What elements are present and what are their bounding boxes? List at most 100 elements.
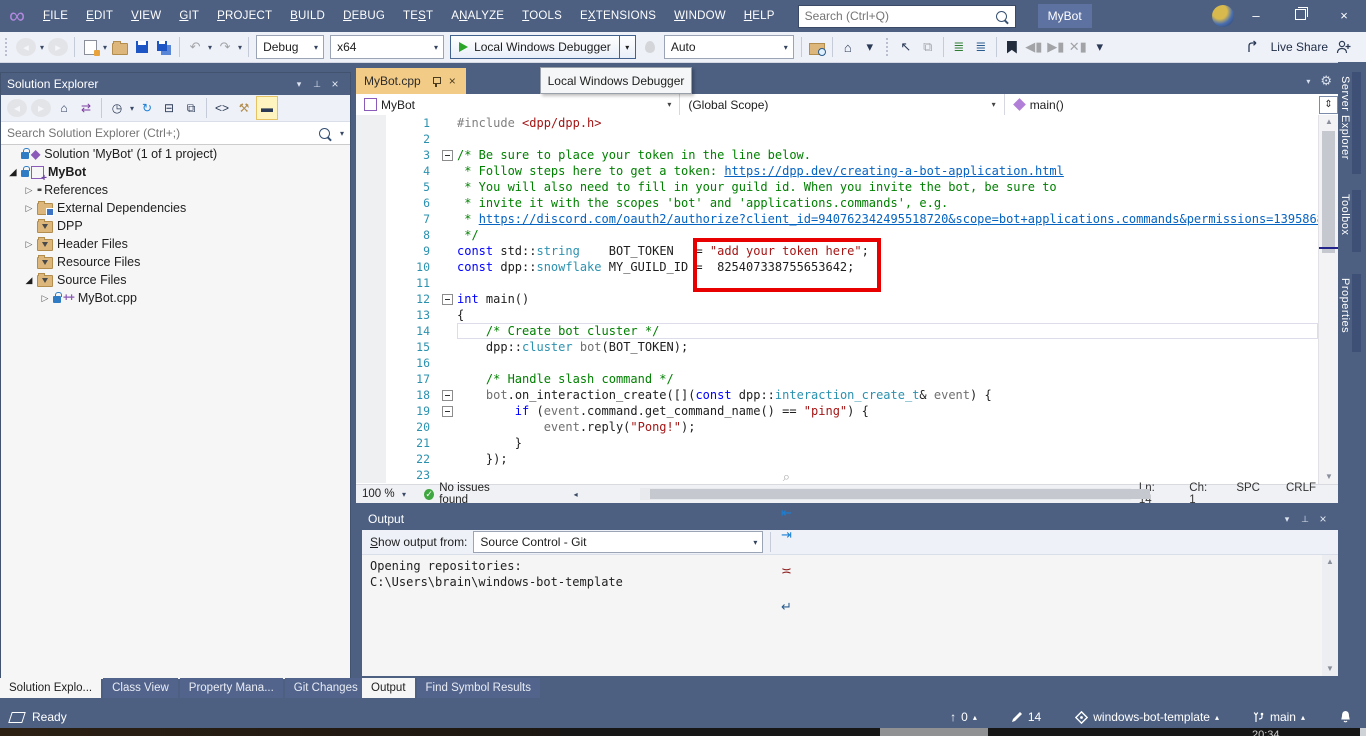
find-in-files-icon[interactable]: [807, 36, 827, 58]
pin-icon[interactable]: ⊥: [1296, 514, 1314, 525]
breakpoint-margin[interactable]: [356, 355, 386, 371]
tree-item-source-files[interactable]: ◢Source Files: [1, 271, 350, 289]
unsaved-changes-button[interactable]: 14: [1011, 710, 1041, 724]
refresh-icon[interactable]: ↻: [137, 97, 157, 119]
window-position-icon[interactable]: ▾: [290, 79, 308, 90]
breakpoint-margin[interactable]: [356, 115, 386, 131]
breakpoint-margin[interactable]: [356, 307, 386, 323]
code-line-16[interactable]: 16: [356, 355, 1318, 371]
view-code-icon[interactable]: <>: [212, 97, 232, 119]
output-log[interactable]: Opening repositories:C:\Users\brain\wind…: [362, 555, 1322, 676]
menu-file[interactable]: FILE: [34, 10, 77, 22]
scroll-up-icon[interactable]: ▲: [1319, 115, 1339, 129]
collapse-box-icon[interactable]: [442, 390, 453, 401]
back-icon[interactable]: ◂: [7, 99, 27, 117]
output-scrollbar[interactable]: ▲ ▼: [1322, 555, 1338, 676]
column-indicator[interactable]: Ch: 1: [1189, 482, 1210, 506]
breakpoint-margin[interactable]: [356, 131, 386, 147]
breakpoint-margin[interactable]: [356, 467, 386, 483]
breakpoint-margin[interactable]: [356, 435, 386, 451]
platform-dropdown[interactable]: x64▾: [330, 35, 444, 59]
expander-icon[interactable]: ◢: [5, 167, 21, 178]
horizontal-thumb[interactable]: [650, 489, 1150, 499]
branch-button[interactable]: main▴: [1253, 710, 1305, 724]
output-source-dropdown[interactable]: Source Control - Git▾: [473, 531, 763, 553]
notifications-button[interactable]: [1339, 710, 1352, 724]
tree-item-dpp[interactable]: DPP: [1, 217, 350, 235]
nav-back-icon-caret[interactable]: ▾: [38, 43, 46, 52]
solution-explorer-search-input[interactable]: [1, 126, 319, 140]
new-file-icon[interactable]: [80, 36, 100, 58]
menu-help[interactable]: HELP: [735, 10, 784, 22]
code-line-7[interactable]: 7 * https://discord.com/oauth2/authorize…: [356, 211, 1318, 227]
push-count-button[interactable]: ↑ 0▴: [950, 710, 977, 724]
quick-search-box[interactable]: [798, 5, 1016, 28]
redo-icon[interactable]: ↷: [215, 36, 235, 58]
close-icon[interactable]: ×: [326, 77, 344, 91]
pin-icon[interactable]: ⊥: [308, 79, 326, 90]
copy-parent-icon[interactable]: ⧉: [918, 36, 938, 58]
nav-back-icon[interactable]: ◂: [16, 38, 36, 56]
zoom-dropdown[interactable]: 100 %▾: [358, 486, 408, 502]
next-bookmark-icon[interactable]: ▶▮: [1046, 36, 1066, 58]
breakpoint-margin[interactable]: [356, 211, 386, 227]
tree-item-resource-files[interactable]: Resource Files: [1, 253, 350, 271]
live-share-button[interactable]: Live Share: [1271, 40, 1328, 54]
code-line-4[interactable]: 4 * Follow steps here to get a token: ht…: [356, 163, 1318, 179]
scope-dropdown[interactable]: (Global Scope)▾: [680, 94, 1004, 115]
breakpoint-margin[interactable]: [356, 227, 386, 243]
show-all-files-icon[interactable]: ▬: [256, 96, 278, 120]
pending-changes-filter-icon[interactable]: ◷: [107, 97, 127, 119]
side-tab-properties[interactable]: Properties: [1338, 274, 1366, 352]
line-ending-indicator[interactable]: CRLF: [1286, 482, 1316, 506]
menu-view[interactable]: VIEW: [122, 10, 170, 22]
menu-window[interactable]: WINDOW: [665, 10, 735, 22]
tree-item-mybot-cpp[interactable]: ▷++MyBot.cpp: [1, 289, 350, 307]
breakpoint-margin[interactable]: [356, 419, 386, 435]
tree-item-external-dependencies[interactable]: ▷External Dependencies: [1, 199, 350, 217]
code-line-1[interactable]: 1#include <dpp/dpp.h>: [356, 115, 1318, 131]
select-pointer-icon[interactable]: ↖: [896, 36, 916, 58]
navigate-home-icon[interactable]: ⌂: [838, 36, 858, 58]
tool-tab-class-view[interactable]: Class View: [103, 678, 178, 698]
home-icon[interactable]: ⌂: [54, 97, 74, 119]
close-tab-icon[interactable]: ×: [447, 74, 458, 88]
breakpoint-margin[interactable]: [356, 179, 386, 195]
overflow-icon[interactable]: ▾: [860, 36, 880, 58]
save-all-icon[interactable]: [154, 36, 174, 58]
new-file-icon-caret[interactable]: ▾: [101, 43, 109, 52]
code-link[interactable]: https://discord.com/oauth2/authorize?cli…: [479, 212, 1318, 226]
expander-icon[interactable]: ▷: [21, 203, 37, 214]
tool-tab-output[interactable]: Output: [362, 678, 415, 698]
expander-icon[interactable]: ◢: [21, 275, 37, 286]
find-message-icon[interactable]: ⌕: [776, 466, 796, 488]
tree-item-header-files[interactable]: ▷Header Files: [1, 235, 350, 253]
menu-edit[interactable]: EDIT: [77, 10, 122, 22]
collapse-box-icon[interactable]: [442, 294, 453, 305]
clear-bookmarks-icon[interactable]: ✕▮: [1068, 36, 1088, 58]
search-options-caret[interactable]: ▾: [338, 129, 350, 138]
menu-tools[interactable]: TOOLS: [513, 10, 571, 22]
breakpoint-margin[interactable]: [356, 259, 386, 275]
code-line-22[interactable]: 22 });: [356, 451, 1318, 467]
increase-indent-icon[interactable]: ≣: [971, 36, 991, 58]
tree-item-references[interactable]: ▷▪▪References: [1, 181, 350, 199]
breakpoint-margin[interactable]: [356, 323, 386, 339]
user-avatar[interactable]: [1212, 5, 1234, 27]
restore-button[interactable]: [1278, 0, 1322, 32]
close-icon[interactable]: ×: [1314, 512, 1332, 526]
editor-vertical-scrollbar[interactable]: ▲ ▼: [1318, 115, 1339, 484]
fold-margin[interactable]: [440, 387, 457, 403]
tool-tab-solution-explo-[interactable]: Solution Explo...: [0, 678, 101, 698]
code-line-2[interactable]: 2: [356, 131, 1318, 147]
properties-icon[interactable]: ⚒: [234, 97, 254, 119]
solution-name-button[interactable]: MyBot: [1038, 4, 1092, 28]
code-line-14[interactable]: 14 /* Create bot cluster */: [356, 323, 1318, 339]
tree-item-mybot[interactable]: ◢MyBot: [1, 163, 350, 181]
repository-button[interactable]: windows-bot-template▴: [1075, 710, 1219, 724]
member-dropdown[interactable]: main()▾: [1005, 94, 1338, 115]
next-message-icon[interactable]: ⇥: [776, 524, 796, 546]
fold-margin[interactable]: [440, 403, 457, 419]
menu-test[interactable]: TEST: [394, 10, 442, 22]
previous-message-icon[interactable]: ⇤: [776, 502, 796, 524]
